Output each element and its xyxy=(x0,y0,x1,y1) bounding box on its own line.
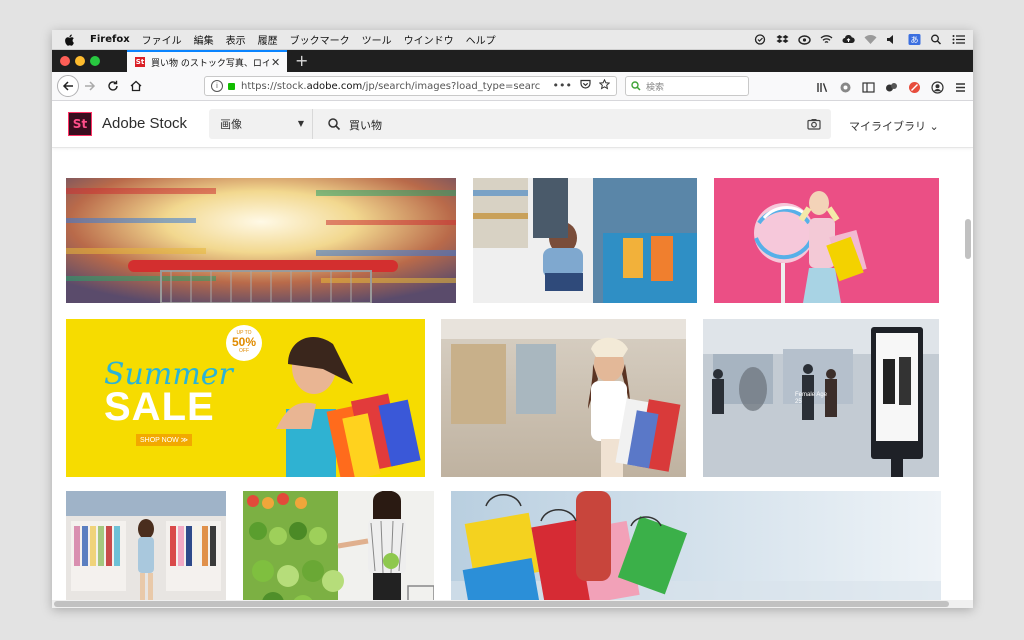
wifi-signal-icon[interactable] xyxy=(820,34,833,45)
adblock-icon[interactable] xyxy=(908,79,921,93)
sync-icon[interactable] xyxy=(754,34,767,45)
asset-type-select[interactable]: 画像 ▼ xyxy=(209,109,313,139)
svg-text:あ: あ xyxy=(911,36,919,45)
mall-woman-photo xyxy=(441,319,686,477)
back-button[interactable] xyxy=(57,75,79,97)
wifi-icon[interactable] xyxy=(864,34,877,45)
close-window-button[interactable] xyxy=(60,56,70,66)
forward-button[interactable] xyxy=(81,77,99,95)
menu-bookmarks[interactable]: ブックマーク xyxy=(290,32,350,47)
image-tile-lollipop-woman[interactable] xyxy=(714,178,939,303)
menu-window[interactable]: ウインドウ xyxy=(404,32,454,47)
cloud-upload-icon[interactable] xyxy=(842,34,855,45)
browser-window: Firefox ファイル 編集 表示 履歴 ブックマーク ツール ウインドウ ヘ… xyxy=(52,30,973,608)
menu-view[interactable]: 表示 xyxy=(226,32,246,47)
stock-header: St Adobe Stock 画像 ▼ 買い物 マイライブラリ ⌄ xyxy=(52,101,973,148)
menubar-status-area: あ xyxy=(754,30,965,49)
input-method-icon[interactable]: あ xyxy=(908,34,921,45)
secure-lock-icon xyxy=(228,82,235,90)
adobe-stock-favicon: St xyxy=(135,57,145,67)
apple-icon[interactable] xyxy=(63,33,77,47)
sale-badge: UP TO 50% OFF xyxy=(226,327,262,361)
account-icon[interactable] xyxy=(931,79,944,94)
menu-help[interactable]: ヘルプ xyxy=(466,32,496,47)
horizontal-scrollbar[interactable] xyxy=(54,601,949,607)
chevron-down-icon: ▼ xyxy=(297,119,304,128)
creative-cloud-icon[interactable] xyxy=(798,34,811,45)
forward-arrow-icon xyxy=(85,81,96,91)
address-bar[interactable]: i https://stock.adobe.com/jp/search/imag… xyxy=(204,76,617,96)
bookmark-star-icon[interactable] xyxy=(598,78,611,93)
dropbox-icon[interactable] xyxy=(776,34,789,45)
menu-app-firefox[interactable]: Firefox xyxy=(90,34,130,45)
library-icon[interactable] xyxy=(816,79,829,93)
adobe-stock-logo[interactable]: St xyxy=(68,112,92,136)
new-tab-button[interactable]: + xyxy=(295,51,308,70)
reload-button[interactable] xyxy=(104,77,122,95)
tab-title: 買い物 のストック写真、ロイヤ... xyxy=(151,58,269,69)
image-tile-supermarket-cart[interactable] xyxy=(66,178,456,303)
site-info-icon[interactable]: i xyxy=(211,80,223,92)
containers-icon[interactable] xyxy=(885,79,898,92)
vertical-scrollbar[interactable] xyxy=(965,219,971,259)
home-button[interactable] xyxy=(127,77,145,95)
horizontal-scrollbar-track xyxy=(52,600,973,608)
search-icon[interactable] xyxy=(327,117,341,131)
menu-tools[interactable]: ツール xyxy=(362,32,392,47)
back-arrow-icon xyxy=(62,81,73,91)
search-input[interactable]: 買い物 xyxy=(349,117,382,133)
url-text[interactable]: https://stock.adobe.com/jp/search/images… xyxy=(241,81,541,92)
volume-icon[interactable] xyxy=(886,34,899,45)
tab-strip: St 買い物 のストック写真、ロイヤ... ✕ + xyxy=(52,50,973,72)
image-tile-mall-woman[interactable] xyxy=(441,319,686,477)
minimize-window-button[interactable] xyxy=(75,56,85,66)
clothing-store-photo xyxy=(66,491,226,608)
home-icon xyxy=(130,80,142,92)
my-library-menu[interactable]: マイライブラリ ⌄ xyxy=(849,118,939,134)
stock-search-bar: 画像 ▼ 買い物 xyxy=(209,109,831,139)
web-search-placeholder: 検索 xyxy=(646,82,665,93)
web-search-field[interactable]: 検索 xyxy=(625,76,749,96)
page-actions-menu[interactable]: ••• xyxy=(553,79,572,93)
image-tile-kids-aisle[interactable] xyxy=(473,178,697,303)
menu-history[interactable]: 履歴 xyxy=(258,32,278,47)
menu-file[interactable]: ファイル xyxy=(142,32,182,47)
supermarket-cart-photo xyxy=(66,178,456,303)
extension-gear-icon[interactable] xyxy=(839,79,852,93)
image-tile-summer-sale[interactable]: Summer SALE UP TO 50% OFF SHOP NOW ≫ xyxy=(66,319,425,477)
hamburger-menu-icon[interactable] xyxy=(954,79,967,92)
brand-name[interactable]: Adobe Stock xyxy=(102,115,187,132)
shopping-bags-photo xyxy=(451,491,941,608)
menu-edit[interactable]: 編集 xyxy=(194,32,214,47)
sidebar-icon[interactable] xyxy=(862,79,875,93)
close-tab-icon[interactable]: ✕ xyxy=(271,56,280,69)
notification-center-icon[interactable] xyxy=(952,34,965,45)
image-tile-shopping-bags[interactable] xyxy=(451,491,941,608)
zoom-window-button[interactable] xyxy=(90,56,100,66)
asset-type-value: 画像 xyxy=(220,118,242,131)
badge-percent: 50% xyxy=(231,335,257,349)
page-content: St Adobe Stock 画像 ▼ 買い物 マイライブラリ ⌄ Summer… xyxy=(52,101,973,608)
produce-aisle-photo xyxy=(243,491,434,608)
mac-menubar: Firefox ファイル 編集 表示 履歴 ブックマーク ツール ウインドウ ヘ… xyxy=(52,30,973,50)
reload-icon xyxy=(108,80,118,91)
lollipop-woman-photo xyxy=(714,178,939,303)
sign-overlay-text: Female Age 25 xyxy=(795,392,828,405)
image-tile-produce-aisle[interactable] xyxy=(243,491,434,608)
image-tile-clothing-store[interactable] xyxy=(66,491,226,608)
spotlight-search-icon[interactable] xyxy=(930,34,943,45)
tab-adobe-stock[interactable]: St 買い物 のストック写真、ロイヤ... ✕ xyxy=(127,50,287,72)
navigation-bar: i https://stock.adobe.com/jp/search/imag… xyxy=(52,72,973,101)
sale-headline: SALE xyxy=(104,385,215,429)
pocket-icon[interactable] xyxy=(580,79,591,93)
visual-search-camera-icon[interactable] xyxy=(807,117,821,131)
kids-shopping-photo xyxy=(473,178,697,303)
image-tile-digital-sign[interactable]: Female Age 25 xyxy=(703,319,939,477)
search-engine-icon[interactable] xyxy=(631,81,641,91)
toolbar-icons xyxy=(816,79,967,94)
shop-now-button: SHOP NOW ≫ xyxy=(136,434,193,446)
